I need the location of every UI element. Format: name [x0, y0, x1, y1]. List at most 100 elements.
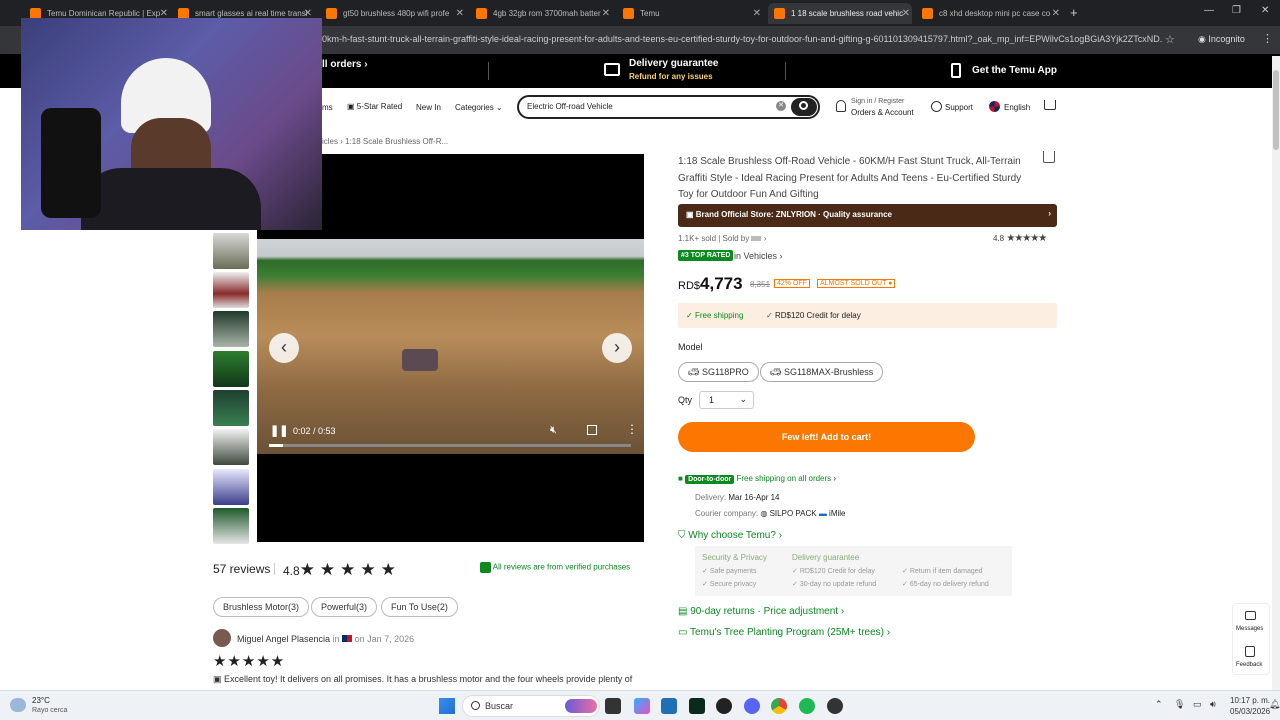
- close-icon[interactable]: ✕: [602, 8, 610, 19]
- close-icon[interactable]: ✕: [902, 8, 910, 19]
- truck-check-icon: [604, 63, 620, 76]
- spotify-icon[interactable]: [799, 698, 815, 714]
- nav-new-in[interactable]: New In: [416, 103, 441, 112]
- share-icon[interactable]: [1043, 151, 1055, 163]
- scrollbar-thumb[interactable]: [1273, 70, 1279, 150]
- get-app-link[interactable]: Get the Temu App: [972, 65, 1057, 76]
- avatar[interactable]: [213, 629, 231, 647]
- close-icon[interactable]: ✕: [456, 8, 464, 19]
- close-icon[interactable]: ✕: [1052, 8, 1060, 19]
- nav-categories[interactable]: Categories ⌄: [455, 103, 503, 112]
- thumbnail-2[interactable]: [213, 272, 249, 308]
- video-progress-track[interactable]: [269, 444, 631, 447]
- menu-kebab-icon[interactable]: ⋮: [1262, 32, 1273, 45]
- discord-icon[interactable]: [744, 698, 760, 714]
- incognito-label[interactable]: ◉ Incognito: [1198, 34, 1245, 45]
- delivery-dates: Delivery: Mar 16-Apr 14: [695, 493, 780, 502]
- volume-icon[interactable]: 🔊︎: [1210, 699, 1216, 710]
- tray-chevron-icon[interactable]: ⌃: [1155, 699, 1163, 710]
- door-to-door-row[interactable]: ■ Door-to-door Free shipping on all orde…: [678, 474, 836, 484]
- new-tab-icon[interactable]: +: [1070, 5, 1078, 20]
- prev-arrow-button[interactable]: ‹: [269, 333, 299, 363]
- why-choose-temu[interactable]: ⛉ Why choose Temu? ›: [678, 530, 782, 541]
- task-view-icon[interactable]: [605, 698, 621, 714]
- search-icon: [799, 101, 808, 110]
- mic-icon[interactable]: 🎙︎: [1174, 699, 1185, 710]
- feedback-icon[interactable]: [1245, 646, 1255, 657]
- scrollbar[interactable]: [1272, 56, 1280, 690]
- language-link[interactable]: English: [1004, 103, 1030, 112]
- app-icon[interactable]: [716, 698, 732, 714]
- review-count[interactable]: 57 reviews: [213, 562, 270, 576]
- model-option-sg118pro[interactable]: 🚙︎ SG118PRO: [678, 362, 759, 382]
- top-rated-category[interactable]: in Vehicles ›: [734, 251, 783, 261]
- file-explorer-icon[interactable]: [661, 698, 677, 714]
- window-close-icon[interactable]: ✕: [1261, 5, 1269, 16]
- nav-5-star[interactable]: ▣ 5-Star Rated: [347, 102, 402, 111]
- thumbnail-1[interactable]: [213, 233, 249, 269]
- tab-7[interactable]: c8 xhd desktop mini pc case co ✕: [922, 3, 1062, 24]
- search-input[interactable]: Electric Off-road Vehicle ✕: [517, 95, 820, 119]
- windows-start-icon[interactable]: [439, 698, 455, 714]
- capcut-icon[interactable]: [689, 698, 705, 714]
- thumbnail-8[interactable]: [213, 508, 249, 544]
- all-orders-link[interactable]: ll orders ›: [322, 59, 368, 70]
- sold-by-info[interactable]: 1.1K+ sold | Sold by ›: [678, 234, 766, 243]
- maximize-icon[interactable]: ❐: [1232, 5, 1241, 16]
- rating-stars-icon: ★★★★★: [1006, 233, 1047, 244]
- brand-store-bar[interactable]: ▣ Brand Official Store: ZNLYRION · Quali…: [678, 204, 1057, 227]
- orders-account-link[interactable]: Orders & Account: [851, 108, 914, 117]
- thumbnail-6[interactable]: [213, 429, 249, 465]
- obs-icon[interactable]: [827, 698, 843, 714]
- product-rating[interactable]: 4.8 ★★★★★: [993, 233, 1047, 244]
- tab-5[interactable]: Temu ✕: [623, 3, 763, 24]
- review-tag[interactable]: Powerful(3): [311, 597, 378, 617]
- clock-date[interactable]: 05/03/2026: [1230, 707, 1270, 716]
- thumbnail-7[interactable]: [213, 469, 249, 505]
- thumbnail-5[interactable]: [213, 390, 249, 426]
- temu-favicon-icon: [476, 8, 487, 19]
- cart-icon[interactable]: [1044, 100, 1056, 110]
- returns-link[interactable]: ▤ 90-day returns · Price adjustment ›: [678, 606, 844, 617]
- notifications-icon[interactable]: 🔔︎: [1269, 699, 1280, 710]
- qty-select[interactable]: 1 ⌄: [699, 391, 754, 409]
- messages-icon[interactable]: [1245, 611, 1256, 620]
- thumbnail-3[interactable]: [213, 311, 249, 347]
- reviewer-name[interactable]: Miguel Angel Plasencia: [237, 634, 330, 644]
- model-option-sg118max[interactable]: 🚙︎ SG118MAX-Brushless: [760, 362, 884, 382]
- tab-3[interactable]: gt50 brushless 480p wifi profe ✕: [326, 3, 466, 24]
- feedback-label[interactable]: Feedback: [1236, 662, 1262, 668]
- close-icon[interactable]: ✕: [753, 8, 761, 19]
- support-link[interactable]: Support: [945, 103, 973, 112]
- tree-program-link[interactable]: ▭ Temu's Tree Planting Program (25M+ tre…: [678, 627, 890, 638]
- network-icon[interactable]: ▭: [1193, 699, 1202, 710]
- weather-desc[interactable]: Rayo cerca: [32, 707, 67, 714]
- review-tag[interactable]: Brushless Motor(3): [213, 597, 310, 617]
- next-arrow-button[interactable]: ›: [602, 333, 632, 363]
- nav-item-ms[interactable]: ms: [322, 103, 333, 112]
- messages-label[interactable]: Messages: [1236, 626, 1263, 632]
- clock-time[interactable]: 10:17 p. m.: [1230, 696, 1270, 705]
- review-tag[interactable]: Fun To Use(2): [381, 597, 458, 617]
- chrome-icon[interactable]: [771, 698, 787, 714]
- minimize-icon[interactable]: —: [1204, 5, 1214, 16]
- mute-icon[interactable]: 🔇︎: [550, 424, 557, 437]
- sign-in-link[interactable]: Sign in / Register: [851, 98, 904, 105]
- search-button[interactable]: [791, 98, 817, 116]
- dr-flag-icon: [342, 635, 353, 642]
- url-field[interactable]: 0km-h-fast-stunt-truck-all-terrain-graff…: [322, 34, 1162, 44]
- tab-4[interactable]: 4gb 32gb rom 3700mah batter ✕: [476, 3, 612, 24]
- clear-icon[interactable]: ✕: [776, 101, 786, 111]
- tab-6-active[interactable]: 1 18 scale brushless road vehic ✕: [768, 3, 912, 24]
- bookmark-star-icon[interactable]: ☆: [1165, 33, 1175, 46]
- verified-note: All reviews are from verified purchases: [480, 562, 630, 573]
- copilot-icon[interactable]: [634, 698, 650, 714]
- thumbnail-4[interactable]: [213, 351, 249, 387]
- breadcrumb-parent[interactable]: icles: [322, 137, 338, 146]
- more-options-icon[interactable]: ⋮: [626, 422, 638, 436]
- taskbar-search[interactable]: Buscar: [462, 695, 600, 717]
- add-to-cart-button[interactable]: Few left! Add to cart!: [678, 422, 975, 452]
- fullscreen-icon[interactable]: [587, 425, 597, 435]
- pause-icon[interactable]: ❚❚: [270, 424, 288, 437]
- weather-temp[interactable]: 23°C: [32, 696, 50, 705]
